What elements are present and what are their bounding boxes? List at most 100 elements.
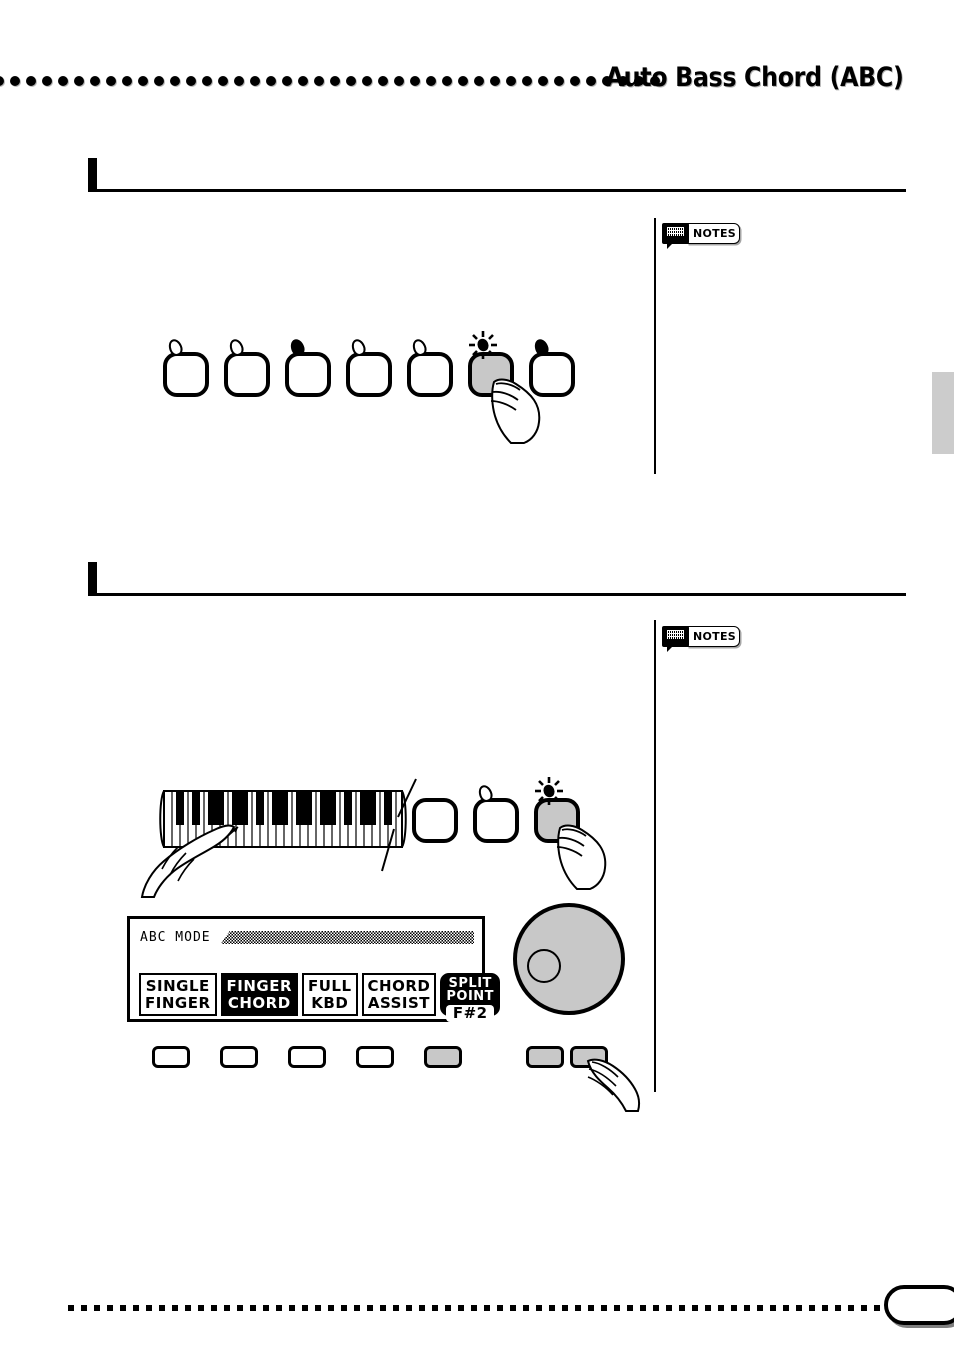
panel-button-4[interactable] [346,337,392,397]
section-rule-two-line [88,593,906,596]
lcd-soft-buttons-left [152,1046,462,1068]
header-dot [314,76,324,86]
footer-dot [809,1305,815,1311]
header-dot [234,76,244,86]
header-dot [74,76,84,86]
header-dot [522,76,532,86]
panel-button-5[interactable] [407,337,453,397]
abc-button-row [163,331,575,444]
footer-dot [445,1305,451,1311]
lcd-soft-button-2[interactable] [220,1046,258,1068]
mode-button-3[interactable] [534,777,607,890]
mode-button-1[interactable] [412,798,458,843]
lcd-soft-button-1[interactable] [152,1046,190,1068]
footer-dot [718,1305,724,1311]
lcd-soft-button-5[interactable] [424,1046,462,1068]
header-dot [42,76,52,86]
header-dot [0,76,4,86]
footer-dot [601,1305,607,1311]
footer-dot [796,1305,802,1311]
panel-button-3-body[interactable] [285,352,331,397]
footer-dot [666,1305,672,1311]
footer-dot [874,1305,880,1311]
footer-dot [536,1305,542,1311]
header-dot [442,76,452,86]
header-dot [202,76,212,86]
footer-dot [328,1305,334,1311]
footer-dot [523,1305,529,1311]
lcd-cell-chord-assist-line1: CHORD [367,976,431,995]
lcd-title: ABC MODE [140,930,211,945]
footer-dot [172,1305,178,1311]
footer-dot [497,1305,503,1311]
footer-dot [692,1305,698,1311]
lcd-cell-single-finger[interactable]: SINGLE FINGER [139,973,217,1016]
panel-button-5-body[interactable] [407,352,453,397]
notes-badge-two-label: NOTES [687,626,740,647]
mode-button-3-body[interactable] [534,798,580,843]
lcd-cell-chord-assist[interactable]: CHORD ASSIST [361,973,437,1016]
header-dot-rule [0,72,660,90]
lcd-cell-split-point[interactable]: SPLIT POINT F#2 [440,973,501,1022]
footer-dot [471,1305,477,1311]
header-dot [506,76,516,86]
footer-dot [289,1305,295,1311]
header-dot [426,76,436,86]
notes-badge-two: NOTES [662,626,740,652]
mode-button-2[interactable] [473,783,519,843]
lcd-split-point-label: SPLIT POINT [446,977,494,1003]
lcd-soft-button-4[interactable] [356,1046,394,1068]
panel-button-4-body[interactable] [346,352,392,397]
lcd-cell-finger-chord[interactable]: FINGER CHORD [220,973,298,1016]
page-title: Auto Bass Chord (ABC) [606,62,904,93]
footer-dot [419,1305,425,1311]
section-rule-one-line [88,189,906,192]
header-dot [538,76,548,86]
footer-dot [705,1305,711,1311]
panel-button-6-body[interactable] [468,352,514,397]
lcd-cell-full-kbd-line1: FULL [308,976,352,995]
header-dot [170,76,180,86]
panel-button-7[interactable] [529,337,575,397]
header-dot [10,76,20,86]
header-dot [346,76,356,86]
notes-icon-grid [667,630,684,639]
lcd-cell-full-kbd[interactable]: FULL KBD [302,973,358,1016]
lcd-split-point-value: F#2 [446,1005,495,1022]
footer-dot [224,1305,230,1311]
panel-button-7-body[interactable] [529,352,575,397]
header-dot [138,76,148,86]
panel-button-1-body[interactable] [163,352,209,397]
footer-dot [575,1305,581,1311]
panel-button-2-body[interactable] [224,352,270,397]
lcd-soft-button-3[interactable] [288,1046,326,1068]
footer-dot [250,1305,256,1311]
mode-button-2-body[interactable] [473,798,519,843]
footer-dot [211,1305,217,1311]
panel-button-1[interactable] [163,337,209,397]
lcd-header: ABC MODE [140,929,474,946]
lcd-cell-single-finger-line2: FINGER [145,993,211,1012]
footer-dot [237,1305,243,1311]
footer-dot [406,1305,412,1311]
footer-dot [861,1305,867,1311]
data-dial-indent [527,949,561,983]
footer-dot [302,1305,308,1311]
header-dot [186,76,196,86]
header-dot [250,76,260,86]
header-dot [218,76,228,86]
data-dial[interactable] [513,903,625,1015]
value-up-button[interactable] [570,1046,608,1068]
header-dot [282,76,292,86]
panel-button-6[interactable] [468,331,541,444]
column-divider-one [654,218,656,474]
panel-button-2[interactable] [224,337,270,397]
mode-button-1-body[interactable] [412,798,458,843]
footer-dot [822,1305,828,1311]
value-down-button[interactable] [526,1046,564,1068]
panel-button-3[interactable] [285,337,331,397]
footer-dot [81,1305,87,1311]
footer-dot [146,1305,152,1311]
footer-dot [510,1305,516,1311]
header-dot [378,76,388,86]
